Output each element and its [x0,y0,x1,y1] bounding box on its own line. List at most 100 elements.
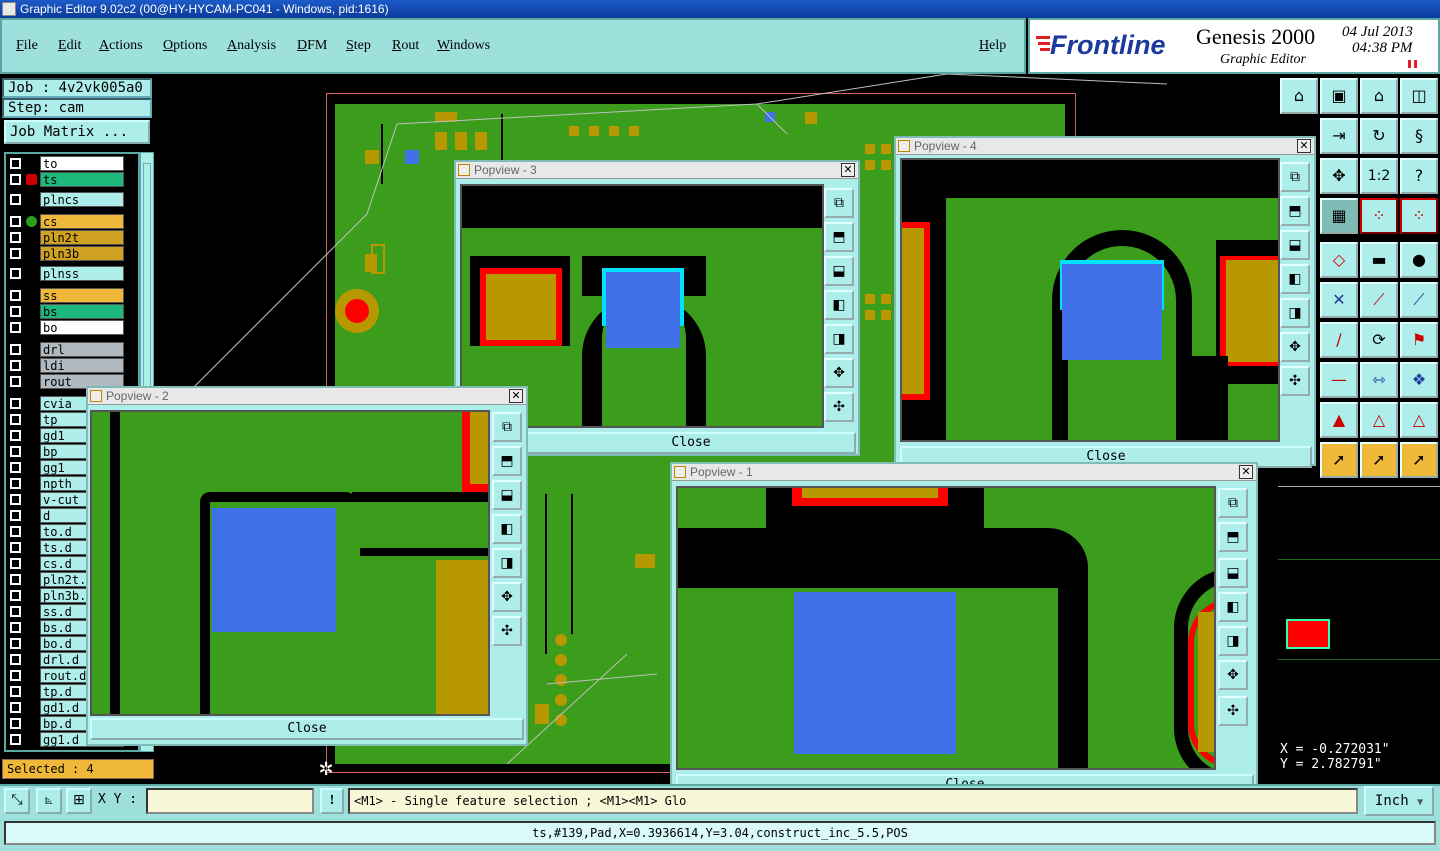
layer-checkbox[interactable] [10,194,21,205]
popview-zoom-in-icon[interactable]: ✥ [1280,332,1310,362]
layer-checkbox[interactable] [10,398,21,409]
popview-zoom-icon[interactable]: ⧉ [824,188,854,218]
tool-grid-icon[interactable]: ▦ [1320,198,1358,234]
layer-checkbox[interactable] [10,542,21,553]
tool-slash-icon[interactable]: / [1320,322,1358,358]
popview-pan-right-icon[interactable]: ◨ [1218,626,1248,656]
popview-pan-up-icon[interactable]: ⬒ [824,222,854,252]
tool-monitor-arrow-icon[interactable]: ⇥ [1320,118,1358,154]
layer-name[interactable]: plncs [40,192,124,207]
layer-checkbox[interactable] [10,158,21,169]
overview-map[interactable] [1278,486,1440,740]
tool-minus-icon[interactable]: — [1320,362,1358,398]
layer-name[interactable]: bo [40,320,124,335]
layer-checkbox[interactable] [10,268,21,279]
popview-pan-down-icon[interactable]: ⬓ [1218,558,1248,588]
layer-checkbox[interactable] [10,526,21,537]
menu-actions[interactable]: Actions [99,38,143,54]
units-selector[interactable]: Inch ▼ [1364,786,1434,816]
popview-4-view[interactable] [900,158,1280,442]
layer-checkbox[interactable] [10,430,21,441]
layer-checkbox[interactable] [10,414,21,425]
menu-options[interactable]: Options [163,38,207,54]
menu-analysis[interactable]: Analysis [227,38,276,54]
measure-icon[interactable]: ⦝ [36,788,62,814]
tool-circle-icon[interactable]: ● [1400,242,1438,278]
popview-pan-right-icon[interactable]: ◨ [824,324,854,354]
popview-pan-left-icon[interactable]: ◧ [1280,264,1310,294]
layer-checkbox[interactable] [10,494,21,505]
layer-checkbox[interactable] [10,590,21,601]
layer-checkbox[interactable] [10,478,21,489]
popview-pan-right-icon[interactable]: ◨ [1280,298,1310,328]
layer-checkbox[interactable] [10,686,21,697]
layer-name[interactable]: ss [40,288,124,303]
tool-triangle2-icon[interactable]: △ [1360,402,1398,438]
layer-checkbox[interactable] [10,322,21,333]
popview-zoom-icon[interactable]: ⧉ [492,412,522,442]
popview-2-view[interactable] [90,410,490,716]
tool-select-arrow-icon[interactable]: ➚ [1320,442,1358,478]
tool-scale-icon[interactable]: 1:2 [1360,158,1398,194]
zoom-window-icon[interactable]: ⤡ [4,788,30,814]
popview-pan-down-icon[interactable]: ⬓ [1280,230,1310,260]
popview-3-close-icon[interactable]: ✕ [841,163,855,177]
layer-checkbox[interactable] [10,462,21,473]
popview-zoom-out-icon[interactable]: ✣ [824,392,854,422]
popview-zoom-out-icon[interactable]: ✣ [492,616,522,646]
layer-name[interactable]: ts [40,172,124,187]
layer-checkbox[interactable] [10,510,21,521]
popview-pan-down-icon[interactable]: ⬓ [492,480,522,510]
tool-rotate-icon[interactable]: ↻ [1360,118,1398,154]
popview-pan-left-icon[interactable]: ◧ [824,290,854,320]
tool-s-curve-icon[interactable]: § [1400,118,1438,154]
layer-checkbox[interactable] [10,702,21,713]
tool-measure-icon[interactable]: ⇿ [1360,362,1398,398]
layer-name[interactable]: pln2t [40,230,124,245]
layer-name[interactable]: plnss [40,266,124,281]
tool-shapes-icon[interactable]: ❖ [1400,362,1438,398]
layer-name[interactable]: ldi [40,358,124,373]
popview-4-close-icon[interactable]: ✕ [1297,139,1311,153]
tool-line-dot2-icon[interactable]: ⟋ [1400,282,1438,318]
popview-1-titlebar[interactable]: Popview - 1 ✕ [672,464,1256,481]
menu-dfm[interactable]: DFM [297,38,327,54]
layer-checkbox[interactable] [10,446,21,457]
layer-checkbox[interactable] [10,670,21,681]
grid-toggle-icon[interactable]: ⊞ [66,788,92,814]
tool-snap-icon[interactable]: ⁘ [1360,198,1398,234]
layer-checkbox[interactable] [10,248,21,259]
layer-checkbox[interactable] [10,344,21,355]
popview-1-close-icon[interactable]: ✕ [1239,465,1253,479]
tool-home-icon[interactable]: ⌂ [1280,78,1318,114]
layer-checkbox[interactable] [10,638,21,649]
layer-checkbox[interactable] [10,174,21,185]
tool-help-icon[interactable]: ? [1400,158,1438,194]
popview-3-close-button[interactable]: Close [526,432,856,454]
menu-help[interactable]: Help [979,38,1006,54]
tool-arc-icon[interactable]: ⟳ [1360,322,1398,358]
popview-zoom-out-icon[interactable]: ✣ [1280,366,1310,396]
tool-window-icon[interactable]: ◫ [1400,78,1438,114]
tool-cross-icon[interactable]: ✕ [1320,282,1358,318]
layer-checkbox[interactable] [10,306,21,317]
tool-zoom-icon[interactable]: ✥ [1320,158,1358,194]
layer-checkbox[interactable] [10,734,21,745]
layer-name[interactable]: pln3b [40,246,124,261]
layer-checkbox[interactable] [10,360,21,371]
layer-name[interactable]: bs [40,304,124,319]
popview-zoom-in-icon[interactable]: ✥ [1218,660,1248,690]
layer-checkbox[interactable] [10,376,21,387]
tool-house-icon[interactable]: ⌂ [1360,78,1398,114]
popview-pan-up-icon[interactable]: ⬒ [1218,522,1248,552]
tool-line-dot-icon[interactable]: ⟋ [1360,282,1398,318]
tool-flag-icon[interactable]: ⚑ [1400,322,1438,358]
popview-pan-down-icon[interactable]: ⬓ [824,256,854,286]
popview-1-view[interactable] [676,486,1216,770]
layer-checkbox[interactable] [10,558,21,569]
tool-triangle3-icon[interactable]: △ [1400,402,1438,438]
alert-icon[interactable]: ! [320,788,344,814]
popview-zoom-in-icon[interactable]: ✥ [824,358,854,388]
layer-checkbox[interactable] [10,606,21,617]
layer-checkbox[interactable] [10,574,21,585]
